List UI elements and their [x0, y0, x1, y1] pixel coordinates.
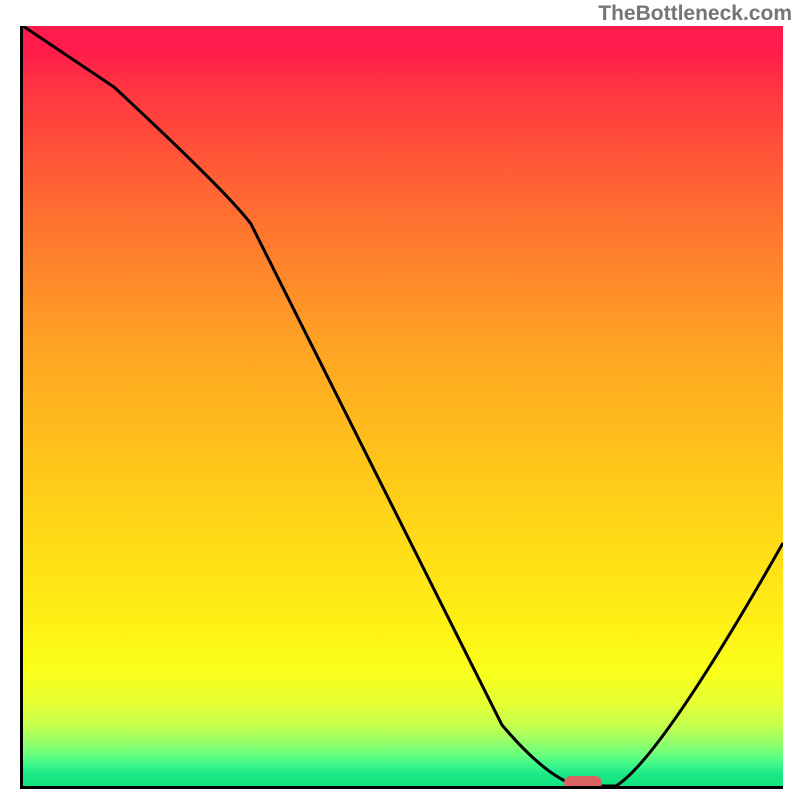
optimal-marker: [564, 776, 602, 789]
plot-area: [20, 26, 783, 789]
curve-svg: [23, 26, 783, 786]
chart-container: TheBottleneck.com: [0, 0, 800, 800]
attribution-text: TheBottleneck.com: [598, 2, 792, 26]
bottleneck-curve-path: [23, 26, 783, 786]
